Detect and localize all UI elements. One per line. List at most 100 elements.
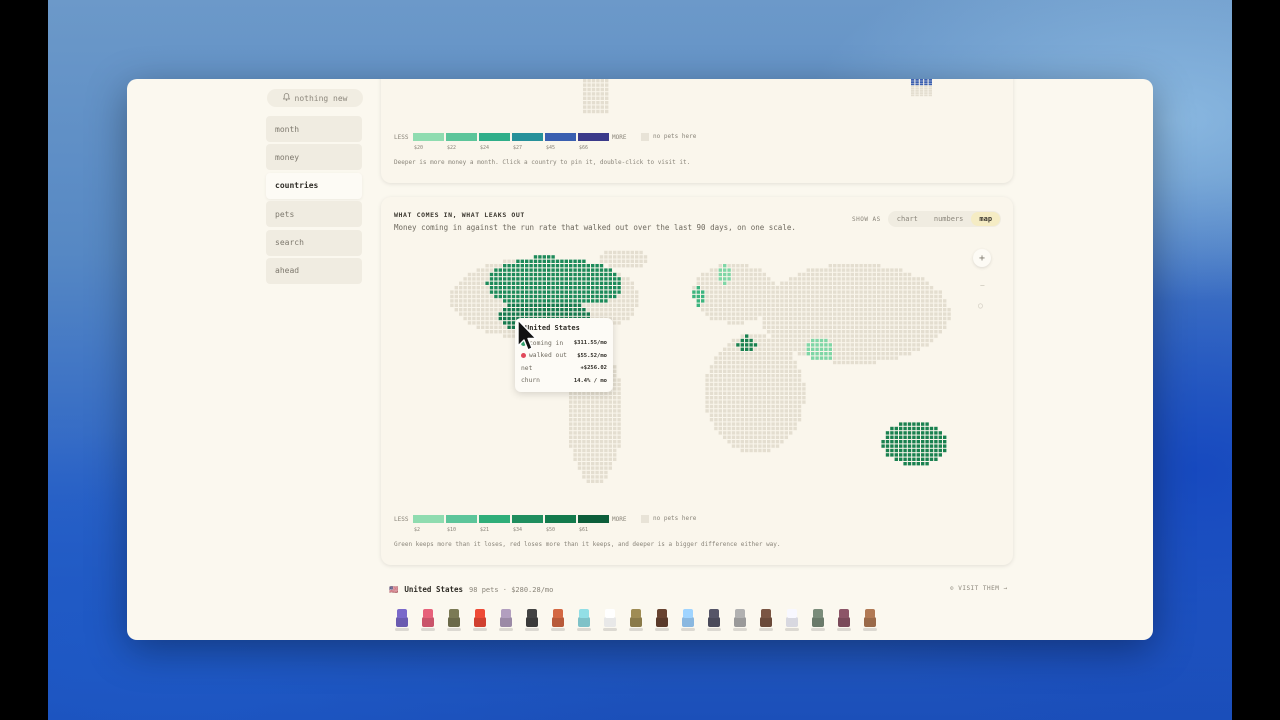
map-cell	[925, 426, 929, 431]
map-cell	[749, 334, 753, 338]
map-cell	[595, 281, 599, 285]
map-cell	[573, 440, 577, 444]
adventurer-pet-icon[interactable]	[861, 609, 879, 631]
map-cell	[921, 316, 925, 321]
map-cell	[467, 281, 472, 285]
map-cell	[872, 294, 876, 299]
map-cell	[709, 396, 714, 400]
map-cell	[551, 294, 555, 299]
map-cell	[718, 374, 722, 378]
map-cell	[802, 299, 806, 303]
pet-head	[449, 609, 459, 618]
ninja-pet-icon[interactable]	[523, 609, 541, 631]
map-cell	[626, 303, 630, 307]
map-cell	[481, 325, 485, 329]
map-cell	[745, 418, 749, 422]
knight-pet-icon[interactable]	[705, 609, 723, 631]
map-cell	[749, 294, 753, 299]
map-cell	[538, 294, 542, 299]
map-cell	[877, 316, 881, 321]
map-cell	[872, 343, 876, 347]
map-cell	[621, 308, 626, 312]
map-cell	[591, 435, 595, 439]
mage-pet-icon[interactable]	[835, 609, 853, 631]
zombie-pet-icon[interactable]	[809, 609, 827, 631]
map-cell	[899, 352, 903, 356]
map-cell	[586, 475, 590, 479]
map-cell	[824, 286, 828, 290]
map-cell	[762, 272, 766, 277]
sidebar-item-search[interactable]: search	[266, 229, 362, 256]
map-cell	[789, 321, 793, 325]
map-cell	[547, 259, 551, 263]
map-cell	[696, 290, 700, 294]
map-cell	[925, 444, 929, 448]
map-cell	[784, 369, 788, 373]
sidebar-item-countries[interactable]: countries	[266, 172, 362, 199]
map-cell	[784, 286, 788, 290]
map-cell	[599, 312, 604, 316]
sidebar-item-pets[interactable]: pets	[266, 201, 362, 228]
map-cell	[520, 277, 524, 281]
map-cell	[564, 277, 568, 281]
map-cell	[740, 444, 744, 448]
map-cell	[489, 325, 494, 329]
map-cell	[868, 356, 872, 360]
frost-spirit-pet-icon[interactable]	[679, 609, 697, 631]
tooltip-label: walked out	[529, 352, 567, 360]
map-cell	[749, 268, 753, 272]
chef-pet-icon[interactable]	[601, 609, 619, 631]
map-cell	[525, 272, 529, 277]
pink-blob-pet-icon[interactable]	[419, 609, 437, 631]
map-cell	[582, 264, 586, 268]
sidebar-item-money[interactable]: money	[266, 144, 362, 171]
map-cell	[591, 479, 595, 483]
map-cell	[595, 400, 599, 404]
sidebar-item-ahead[interactable]: ahead	[266, 257, 362, 284]
world-map[interactable]	[381, 197, 1013, 497]
purple-wolf-pet-icon[interactable]	[393, 609, 411, 631]
map-cell	[784, 409, 788, 413]
map-cell	[608, 422, 612, 426]
map-cell	[520, 281, 524, 285]
map-cell	[599, 286, 604, 290]
map-cell	[824, 325, 828, 329]
map-cell	[463, 308, 467, 312]
snail-pet-icon[interactable]	[497, 609, 515, 631]
map-cell	[780, 312, 784, 316]
elephant-pet-icon[interactable]	[731, 609, 749, 631]
fox-pet-icon[interactable]	[549, 609, 567, 631]
map-cell	[762, 303, 766, 307]
ice-golem-pet-icon[interactable]	[575, 609, 593, 631]
visit-them-link[interactable]: ⊙ VISIT THEM →	[950, 585, 1008, 592]
card-pet-icon[interactable]	[783, 609, 801, 631]
zoom-out-button[interactable]: −	[980, 281, 985, 290]
map-cell	[582, 400, 586, 404]
notification-pill[interactable]: nothing new	[267, 89, 363, 107]
map-cell	[586, 413, 590, 417]
map-cell	[749, 418, 753, 422]
map-cell	[516, 259, 520, 263]
zoom-in-button[interactable]: +	[973, 249, 991, 267]
parrot-pet-icon[interactable]	[471, 609, 489, 631]
map-cell	[793, 374, 797, 378]
map-cell	[890, 272, 894, 277]
bandit-pet-icon[interactable]	[757, 609, 775, 631]
samurai-pet-icon[interactable]	[653, 609, 671, 631]
soldier-pet-icon[interactable]	[445, 609, 463, 631]
map-cell	[903, 286, 907, 290]
map-cell	[476, 325, 480, 329]
owl-pet-icon[interactable]	[627, 609, 645, 631]
map-cell	[758, 426, 762, 431]
zoom-reset-button[interactable]: ○	[978, 301, 983, 310]
map-cell	[916, 334, 920, 338]
map-cell	[916, 462, 920, 466]
map-cell	[604, 268, 608, 272]
map-cell	[841, 294, 846, 299]
sidebar-item-month[interactable]: month	[266, 116, 362, 142]
map-cell	[731, 294, 736, 299]
map-cell	[894, 338, 898, 343]
map-cell	[762, 356, 766, 360]
map-cell	[608, 294, 612, 299]
map-cell	[617, 409, 621, 413]
